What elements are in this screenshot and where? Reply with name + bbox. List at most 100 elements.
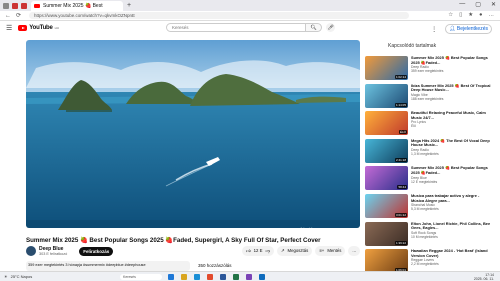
video-thumbnail[interactable]: 2:41:18 — [365, 138, 408, 163]
related-video-meta: Musica para trabajar activo y alegre - M… — [411, 194, 493, 222]
browser-tab-bar: Summer Mix 2025 🍓 Best + — ▢ ✕ — [0, 0, 500, 11]
video-thumbnail[interactable]: ÉLŐ — [365, 111, 408, 136]
close-icon[interactable]: ✕ — [491, 1, 496, 8]
video-thumbnail[interactable]: 1:14:05 — [365, 83, 408, 108]
edge-icon[interactable] — [194, 274, 200, 280]
header-actions: ⋮ 👤︎ Bejelentkezés — [431, 24, 492, 34]
related-video-title[interactable]: Elton John, Lionel Richie, Phil Collins,… — [411, 222, 493, 231]
share-icon: ↗ — [280, 248, 285, 253]
related-video-title[interactable]: Summer Mix 2025 🍓 Best Popular Songs 202… — [411, 166, 493, 175]
file-explorer-icon[interactable] — [181, 274, 187, 280]
related-video-views: 2,2 M megtekintés — [411, 262, 439, 267]
duration-badge: 58:44 — [397, 185, 407, 190]
clock[interactable]: 17:14 2025. 06. 11. — [474, 273, 494, 281]
office-icon[interactable] — [207, 274, 213, 280]
hamburger-menu-icon[interactable]: ☰ — [6, 24, 12, 32]
search-input[interactable]: Keresés — [166, 23, 306, 32]
share-label: Megosztás — [287, 248, 309, 253]
video-thumbnail[interactable]: 1:06:01 — [365, 249, 408, 274]
sign-in-label: Bejelentkezés — [456, 26, 488, 32]
youtube-region-code: HU — [54, 26, 59, 30]
related-video-title[interactable]: Mega Hits 2024 🍓 The Best Of Vocal Deep … — [411, 139, 493, 148]
related-video-title[interactable]: Hawaiian Reggae 2024 - 'Hot Beat' (Islan… — [411, 249, 493, 258]
duration-badge: 2:41:18 — [394, 157, 407, 162]
windows-taskbar: ☀ 25°C Napos Keresés 17:14 2025. 06. 11. — [0, 271, 500, 281]
taskbar-search[interactable]: Keresés — [120, 274, 162, 280]
back-icon[interactable]: ← — [5, 13, 11, 19]
subscribe-button[interactable]: Feliratkozás — [79, 246, 114, 256]
split-screen-icon[interactable]: ▯ — [459, 12, 462, 18]
youtube-logo[interactable]: YouTube HU — [18, 25, 59, 31]
window-controls: — ▢ ✕ — [459, 1, 496, 8]
channel-row: Deep Blue 303 E feliratkozó Feliratkozás… — [26, 245, 360, 257]
search-button[interactable]: 🔍︎ — [306, 23, 322, 32]
video-title: Summer Mix 2025 🍓 Best Popular Songs 202… — [26, 237, 321, 244]
related-video-meta: Summer Mix 2025 🍓 Best Popular Songs 202… — [411, 56, 493, 84]
profile-icon[interactable]: ● — [479, 12, 482, 18]
tab-active[interactable]: Summer Mix 2025 🍓 Best — [31, 0, 123, 11]
new-tab-icon[interactable]: + — [127, 2, 131, 9]
related-video-item[interactable]: 1:02:14 Summer Mix 2025 🍓 Best Popular So… — [365, 56, 495, 84]
favorites-icon[interactable]: ★ — [468, 12, 473, 18]
related-video-views: 1,3 M megtekintés — [411, 151, 439, 156]
tab-youtube-icon[interactable] — [21, 2, 27, 9]
more-actions-button[interactable]: ... — [348, 246, 360, 256]
related-video-title[interactable]: Musica para trabajar activo y alegre - M… — [411, 194, 493, 203]
like-button[interactable]: 👍︎ 12 E 👎︎ — [242, 246, 274, 256]
related-video-item[interactable]: 1:39:22 Elton John, Lionel Richie, Phil C… — [365, 221, 495, 250]
related-video-item[interactable]: ÉLŐ Beautiful Relaxing Peaceful Music, Ca… — [365, 111, 495, 139]
youtube-favicon-icon — [34, 3, 40, 8]
save-icon: ≡+ — [319, 248, 325, 253]
related-video-item[interactable]: 3:01:12 Musica para trabajar activo y ale… — [365, 193, 495, 222]
video-actions: 👍︎ 12 E 👎︎ ↗ Megosztás ≡+ Mentés ... — [242, 246, 360, 256]
video-thumbnail[interactable]: 3:01:12 — [365, 193, 408, 218]
related-video-item[interactable]: 1:14:05 Ibiza Summer Mix 2025 🍓 Best Of T… — [365, 83, 495, 112]
tab-youtube-icon[interactable] — [12, 2, 18, 9]
channel-avatar[interactable] — [26, 246, 36, 256]
duration-badge: 3:01:12 — [394, 212, 407, 217]
favorite-icon[interactable]: ☆ — [448, 12, 453, 18]
duration-badge: 1:39:22 — [394, 240, 407, 245]
thumbs-down-icon[interactable]: 👎︎ — [266, 248, 270, 254]
video-player[interactable] — [26, 40, 360, 228]
related-header: Kapcsolódó tartalmak — [388, 43, 437, 49]
youtube-logo-text: YouTube — [29, 25, 53, 31]
taskbar-apps — [168, 274, 265, 280]
outlook-icon[interactable] — [259, 274, 265, 280]
save-button[interactable]: ≡+ Mentés — [315, 246, 346, 256]
related-video-views: 188 ezer megtekintés — [411, 96, 444, 101]
refresh-icon[interactable]: ⟳ — [16, 12, 21, 19]
user-icon: 👤︎ — [449, 26, 456, 32]
word-icon[interactable] — [220, 274, 226, 280]
more-icon[interactable]: … — [489, 12, 495, 18]
video-thumbnail[interactable]: 1:02:14 — [365, 56, 408, 80]
thumbs-up-icon: 👍︎ — [246, 248, 251, 253]
maximize-icon[interactable]: ▢ — [475, 1, 481, 8]
weather-widget[interactable]: ☀ 25°C Napos — [4, 274, 32, 279]
description-box[interactable]: 359 ezer megtekintés 3 hónapja #summermi… — [26, 261, 190, 271]
related-video-meta: Ibiza Summer Mix 2025 🍓 Best Of Tropical… — [411, 84, 493, 112]
related-video-views: Élő — [411, 124, 416, 129]
clock-date: 2025. 06. 11. — [473, 277, 494, 281]
related-video-title[interactable]: Ibiza Summer Mix 2025 🍓 Best Of Tropical… — [411, 84, 493, 93]
search-icon: 🔍︎ — [310, 24, 317, 31]
start-icon[interactable] — [168, 274, 174, 280]
related-video-item[interactable]: 58:44 Summer Mix 2025 🍓 Best Popular Song… — [365, 166, 495, 194]
ad-note: Advert for: summer — [300, 227, 330, 231]
sign-in-button[interactable]: 👤︎ Bejelentkezés — [445, 24, 492, 34]
related-video-title[interactable]: Summer Mix 2025 🍓 Best Popular Songs 202… — [411, 56, 493, 65]
video-thumbnail[interactable]: 1:39:22 — [365, 221, 408, 246]
channel-info: Deep Blue 303 E feliratkozó — [39, 246, 67, 256]
share-button[interactable]: ↗ Megosztás — [276, 246, 313, 256]
voice-search-button[interactable]: 🎤︎ — [326, 23, 335, 32]
excel-icon[interactable] — [233, 274, 239, 280]
related-video-meta: Mega Hits 2024 🍓 The Best Of Vocal Deep … — [411, 139, 493, 167]
teams-icon[interactable] — [246, 274, 252, 280]
related-video-title[interactable]: Beautiful Relaxing Peaceful Music, Calm … — [411, 111, 493, 120]
minimize-icon[interactable]: — — [459, 1, 465, 8]
related-video-item[interactable]: 2:41:18 Mega Hits 2024 🍓 The Best Of Voca… — [365, 138, 495, 167]
tab-group-icon[interactable] — [3, 2, 9, 9]
url-field[interactable]: https://www.youtube.com/watch?v=qkvmkOZN… — [29, 12, 410, 19]
more-options-icon[interactable]: ⋮ — [431, 26, 437, 33]
video-thumbnail[interactable]: 58:44 — [365, 166, 408, 191]
